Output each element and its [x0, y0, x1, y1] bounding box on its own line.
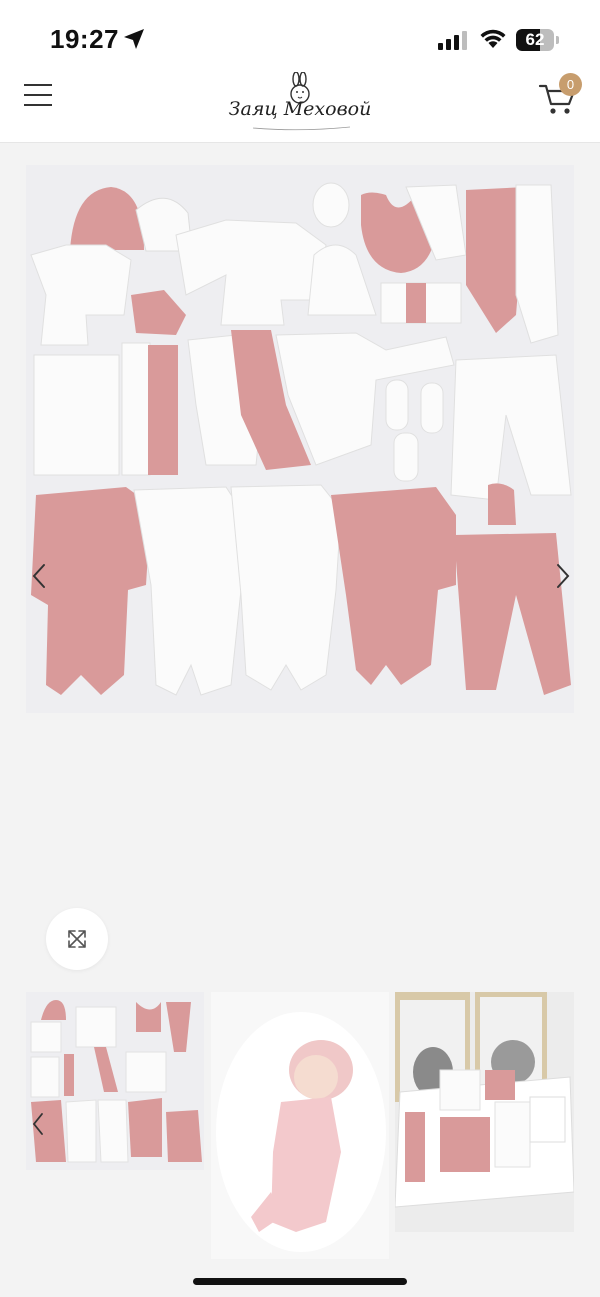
location-arrow-icon: [124, 29, 144, 49]
cellular-signal-icon: [438, 31, 467, 50]
site-header: Заяц Меховой: [0, 70, 600, 143]
thumbnail-3[interactable]: [395, 992, 574, 1232]
thumbnail-1[interactable]: [26, 992, 204, 1170]
battery-tip: [556, 36, 559, 44]
thumbnail-prev-button[interactable]: [30, 1112, 46, 1136]
thumbnail-2[interactable]: [211, 992, 389, 1259]
site-logo[interactable]: Заяц Меховой: [225, 72, 375, 134]
battery-indicator: 62: [516, 29, 554, 51]
product-main-image[interactable]: [26, 165, 574, 713]
thumbnail-giftbox-image: [395, 992, 574, 1232]
menu-button[interactable]: [24, 82, 54, 108]
status-time: 19:27: [50, 24, 119, 54]
expand-icon: [68, 930, 86, 948]
zoom-button[interactable]: [46, 908, 108, 970]
hamburger-line: [24, 104, 52, 106]
cart-count-badge: 0: [559, 73, 582, 96]
logo-underline: [252, 126, 351, 131]
thumbnail-baby-image: [211, 992, 389, 1259]
status-bar: 19:27 62: [0, 0, 600, 70]
hamburger-line: [24, 94, 52, 96]
logo-text: Заяц Меховой: [228, 98, 372, 120]
wifi-icon: [480, 29, 506, 48]
gallery-next-button[interactable]: [552, 563, 572, 589]
thumbnail-clothes-image: [26, 992, 204, 1170]
baby-clothes-illustration: [26, 165, 574, 713]
gallery-prev-button[interactable]: [30, 563, 50, 589]
home-indicator: [193, 1278, 407, 1285]
battery-percent: 62: [525, 30, 545, 49]
hamburger-icon: [24, 84, 52, 86]
